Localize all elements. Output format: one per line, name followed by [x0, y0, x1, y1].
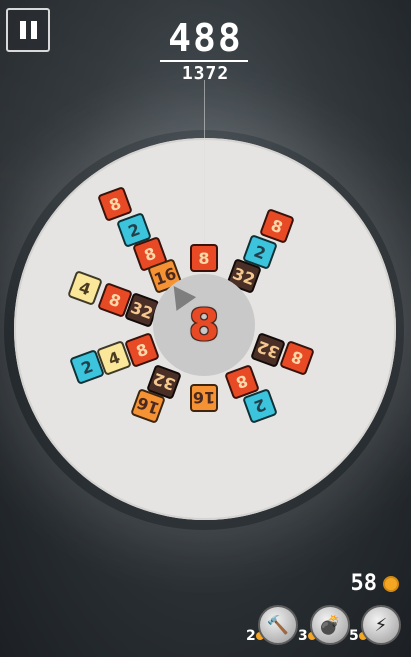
powerup-button[interactable]: 🔨: [258, 605, 298, 645]
powerup-button[interactable]: ⚡: [361, 605, 401, 645]
coin-counter: 58: [350, 571, 399, 596]
powerup-count: 5: [349, 628, 359, 644]
powerup-count: 3: [298, 628, 308, 644]
hammer-icon: 🔨: [266, 614, 290, 636]
coin-count: 58: [350, 571, 378, 596]
score-divider: [160, 60, 248, 62]
powerup-count: 2: [246, 628, 256, 644]
lightning-icon: ⚡: [374, 614, 388, 636]
next-tile-value: 8: [188, 299, 220, 351]
bomb-icon: 💣: [318, 614, 342, 636]
current-score: 488: [168, 16, 243, 60]
best-score: 1372: [181, 63, 230, 84]
number-tile: 16: [190, 384, 218, 412]
coin-icon: [383, 575, 399, 592]
number-tile: 8: [190, 244, 218, 272]
powerup-button[interactable]: 💣: [310, 605, 350, 645]
